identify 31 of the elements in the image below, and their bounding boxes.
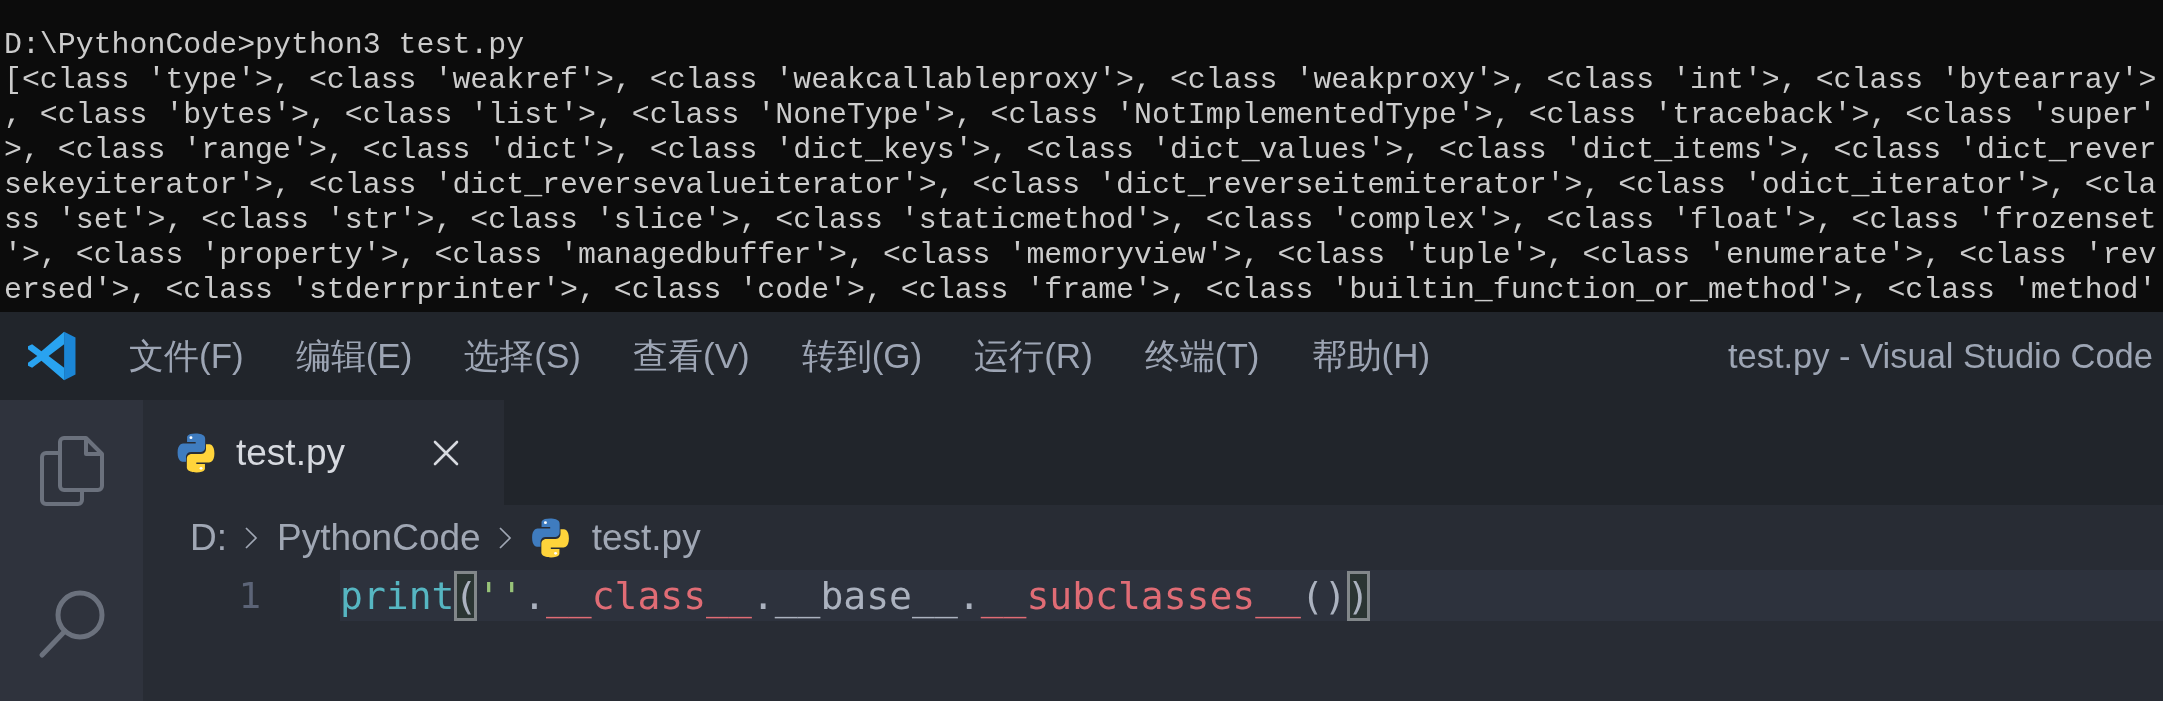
terminal-line: ss 'set'>, <class 'str'>, <class 'slice'>, <class 'staticmethod'>, <class 'complex'>, <class 'float'>, <class 'frozenset (4, 203, 2157, 238)
terminal-line: , <class 'bytes'>, <class 'list'>, <class 'NoneType'>, <class 'NotImplementedType'>, <class 'traceback'>, <class 'super' (4, 98, 2157, 133)
code-line: print(''.__class__.__base__.__subclasses__()) (340, 570, 1370, 621)
close-icon[interactable] (433, 439, 459, 466)
terminal-line: sekeyiterator'>, <class 'dict_reversevalueiterator'>, <class 'dict_reverseitemiterator'>, <class 'odict_iterator'>, <cla (4, 168, 2157, 203)
menu-item[interactable]: 帮助(H) (1285, 328, 1457, 384)
menu-item[interactable]: 转到(G) (775, 328, 949, 384)
python-file-icon (175, 432, 217, 473)
menu-item[interactable]: 运行(R) (948, 328, 1119, 384)
terminal-line: D:\PythonCode>python3 test.py (4, 28, 525, 63)
menu-item[interactable]: 查看(V) (607, 328, 776, 384)
line-number: 1 (239, 575, 262, 616)
menu-item[interactable]: 选择(S) (438, 328, 607, 384)
chevron-icon (244, 525, 258, 550)
breadcrumb-item[interactable]: test.py (591, 516, 701, 559)
menu-item[interactable]: 编辑(E) (269, 328, 439, 384)
window-title: test.py - Visual Studio Code (1727, 336, 2153, 376)
menu-item[interactable]: 终端(T) (1118, 328, 1286, 384)
menu-item[interactable]: 文件(F) (103, 328, 270, 384)
files-icon[interactable] (39, 436, 104, 506)
editor-tab[interactable]: test.py (143, 400, 504, 505)
chevron-icon (497, 525, 512, 550)
breadcrumb-item[interactable]: PythonCode (277, 516, 481, 559)
app-logo-icon (28, 331, 76, 381)
terminal-line: '>, <class 'property'>, <class 'managedbuffer'>, <class 'memoryview'>, <class 'tuple'>, <class 'enumerate'>, <class 'rev (4, 238, 2157, 273)
search-icon[interactable] (37, 589, 106, 659)
terminal-line: ersed'>, <class 'stderrprinter'>, <class 'code'>, <class 'frame'>, <class 'builtin_function_or_method'>, <class 'method' (4, 273, 2157, 308)
python-file-icon (530, 517, 570, 558)
terminal-line: [<class 'type'>, <class 'weakref'>, <class 'weakcallableproxy'>, <class 'weakproxy'>, <class 'int'>, <class 'bytearray'> (4, 63, 2157, 98)
terminal-line: >, <class 'range'>, <class 'dict'>, <class 'dict_keys'>, <class 'dict_values'>, <class 'dict_items'>, <class 'dict_rever (4, 133, 2157, 168)
breadcrumb-item[interactable]: D: (190, 516, 227, 559)
